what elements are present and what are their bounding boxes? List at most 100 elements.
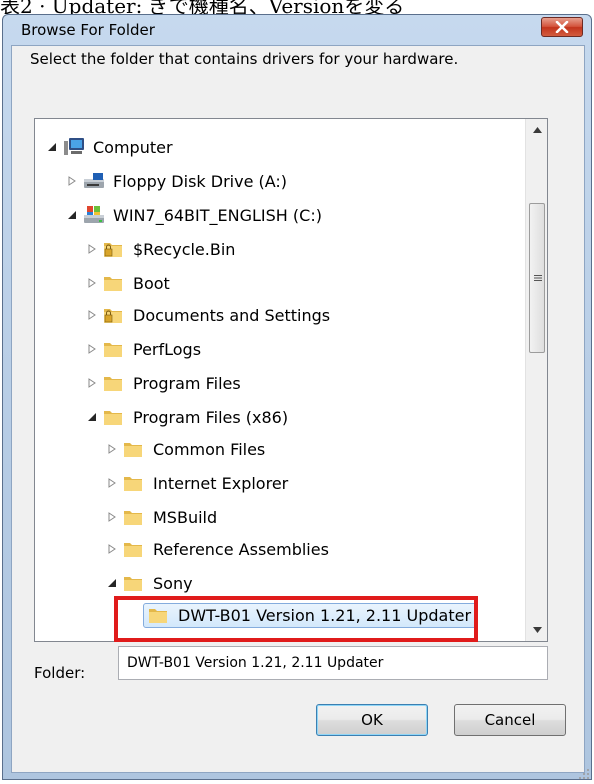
tree-expander[interactable] [65, 208, 79, 222]
folder-icon [104, 343, 122, 357]
locked-folder-icon [104, 309, 122, 323]
tree-node-label: Common Files [153, 439, 266, 459]
tree-expander[interactable] [45, 140, 59, 154]
tree-expander[interactable] [105, 476, 119, 490]
collapsed-arrow-icon [88, 310, 96, 320]
tree-node-label: PerfLogs [133, 339, 202, 359]
title-bar[interactable]: Browse For Folder [3, 15, 591, 47]
tree-node-label: Boot [133, 273, 170, 293]
tree-node-label: WIN7_64BIT_ENGLISH (C:) [113, 205, 322, 225]
tree-node[interactable]: Reference Assemblies [105, 534, 329, 564]
collapsed-arrow-icon [108, 512, 116, 522]
tree-node[interactable]: Boot [85, 268, 170, 298]
tree-node-content[interactable]: Internet Explorer [123, 474, 288, 493]
tree-node-label: Program Files [133, 373, 241, 393]
folder-icon [104, 411, 122, 425]
resize-grip-icon[interactable] [578, 768, 590, 780]
triangle-up-icon [532, 127, 542, 133]
tree-expander[interactable] [105, 542, 119, 556]
tree-expander[interactable] [85, 242, 99, 256]
collapsed-arrow-icon [68, 176, 76, 186]
folder-icon [124, 543, 142, 557]
tree-node-content[interactable]: Program Files (x86) [103, 408, 288, 427]
collapsed-arrow-icon [108, 544, 116, 554]
tree-expander[interactable] [65, 174, 79, 188]
tree-node-content[interactable]: Sony [123, 574, 193, 593]
ok-button[interactable]: OK [316, 704, 428, 736]
collapsed-arrow-icon [108, 444, 116, 454]
tree-node[interactable]: WIN7_64BIT_ENGLISH (C:) [65, 200, 322, 230]
tree-expander[interactable] [105, 510, 119, 524]
folder-icon [124, 477, 142, 491]
tree-node[interactable]: Internet Explorer [105, 468, 288, 498]
cancel-button[interactable]: Cancel [454, 704, 566, 736]
tree-node-content[interactable]: WIN7_64BIT_ENGLISH (C:) [83, 205, 322, 225]
collapsed-arrow-icon [88, 378, 96, 388]
close-icon [555, 21, 569, 33]
tree-expander[interactable] [85, 376, 99, 390]
tree-node-content[interactable]: Reference Assemblies [123, 540, 329, 559]
tree-node[interactable]: Documents and Settings [85, 300, 330, 330]
tree-node-label: Sony [153, 573, 193, 593]
tree-node[interactable]: MSBuild [105, 502, 217, 532]
tree-node-content[interactable]: Computer [63, 137, 173, 157]
close-button[interactable] [541, 17, 583, 37]
tree-node-content[interactable]: Floppy Disk Drive (A:) [83, 171, 287, 191]
scroll-thumb[interactable] [529, 203, 545, 353]
tree-expander[interactable] [85, 276, 99, 290]
collapsed-arrow-icon [88, 244, 96, 254]
folder-icon [124, 443, 142, 457]
tree-node-label: MSBuild [153, 507, 218, 527]
tree-node[interactable]: Computer [45, 132, 173, 162]
tree-expander[interactable] [85, 342, 99, 356]
hard-drive-icon [84, 206, 104, 223]
collapsed-arrow-icon [88, 278, 96, 288]
tree-node[interactable]: Floppy Disk Drive (A:) [65, 166, 287, 196]
folder-icon [124, 511, 142, 525]
tree-node[interactable]: Program Files [85, 368, 241, 398]
tree-expander[interactable] [105, 576, 119, 590]
tree-node[interactable]: Sony [105, 568, 193, 598]
tree-node-content[interactable]: Common Files [123, 440, 265, 459]
tree-node-label: Reference Assemblies [153, 539, 329, 559]
tree-node-content[interactable]: Documents and Settings [103, 306, 330, 325]
tree-expander[interactable] [85, 410, 99, 424]
tree-expander[interactable] [85, 308, 99, 322]
tree-node-label: Internet Explorer [153, 473, 289, 493]
scroll-down-button[interactable] [526, 619, 548, 641]
scroll-up-button[interactable] [526, 119, 548, 141]
tree-node-label: $Recycle.Bin [133, 239, 236, 259]
tree-node-content[interactable]: $Recycle.Bin [103, 240, 235, 259]
tree-node[interactable]: Common Files [105, 434, 265, 464]
folder-field[interactable] [118, 646, 548, 680]
grip-icon [534, 275, 542, 281]
folder-icon [104, 277, 122, 291]
tree-node-label: Floppy Disk Drive (A:) [113, 171, 288, 191]
tree-node[interactable]: PerfLogs [85, 334, 201, 364]
triangle-down-icon [532, 627, 542, 633]
tree-node[interactable]: $Recycle.Bin [85, 234, 235, 264]
folder-label: Folder: [34, 664, 86, 682]
vertical-scrollbar[interactable] [525, 119, 547, 641]
computer-icon [64, 138, 84, 155]
tree-node-content[interactable]: MSBuild [123, 508, 217, 527]
expanded-arrow-icon [108, 579, 116, 587]
tree-node-content[interactable]: Boot [103, 274, 170, 293]
folder-tree[interactable]: Computer Floppy Disk Drive (A:) WIN7_64BIT… [34, 118, 548, 642]
instruction-text: Select the folder that contains drivers … [30, 50, 459, 68]
tree-node[interactable]: Program Files (x86) [85, 402, 288, 432]
expanded-arrow-icon [88, 413, 96, 421]
collapsed-arrow-icon [108, 478, 116, 488]
expanded-arrow-icon [48, 143, 56, 151]
selection-highlight-box [114, 596, 478, 642]
tree-node-content[interactable]: Program Files [103, 374, 241, 393]
folder-tree-list: Computer Floppy Disk Drive (A:) WIN7_64BIT… [35, 119, 525, 641]
expanded-arrow-icon [68, 211, 76, 219]
folder-icon [124, 577, 142, 591]
tree-expander[interactable] [105, 442, 119, 456]
tree-node-label: Program Files (x86) [133, 407, 289, 427]
tree-node-content[interactable]: PerfLogs [103, 340, 201, 359]
tree-node-label: Documents and Settings [133, 305, 331, 325]
document-caption: 表2 · Updater: ぎ゚で機種名、Versionを変る [0, 0, 405, 14]
floppy-drive-icon [84, 173, 104, 188]
